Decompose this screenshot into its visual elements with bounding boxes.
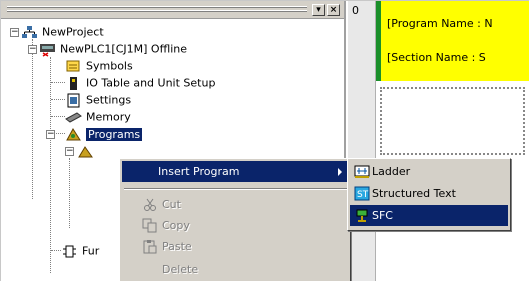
tree-item-settings[interactable]: Settings — [65, 91, 131, 108]
tree-line — [51, 82, 65, 83]
pane-grip[interactable] — [7, 10, 307, 12]
insert-program-submenu: Ladder ST Structured Text SFC — [347, 158, 511, 231]
copy-icon — [142, 218, 158, 233]
tree-item-label: Settings — [86, 93, 132, 107]
submenu-arrow-icon — [338, 168, 342, 176]
function-block-icon — [61, 244, 78, 259]
close-icon[interactable]: × — [327, 4, 340, 16]
menu-item-delete[interactable]: Delete — [122, 259, 348, 280]
memory-icon — [65, 110, 82, 125]
collapse-toggle[interactable]: − — [28, 45, 37, 54]
menu-item-structured-text[interactable]: ST Structured Text — [350, 183, 508, 204]
program-header-block[interactable]: [Program Name : N [Section Name : S — [381, 1, 529, 81]
tree-item-label: NewProject — [42, 25, 104, 39]
tree-item-label: NewPLC1[CJ1M] Offline — [60, 42, 188, 56]
svg-text:ST: ST — [357, 190, 369, 200]
context-menu: Insert Program Cut Copy Paste Delete — [119, 158, 351, 281]
tree-item-label: Fur — [82, 244, 100, 258]
program-name-text: [Program Name : N — [387, 17, 493, 30]
collapse-toggle[interactable]: − — [46, 130, 55, 139]
tree-item-plc[interactable]: NewPLC1[CJ1M] Offline — [39, 40, 187, 57]
menu-item-label: Ladder — [372, 165, 411, 178]
menu-item-label: SFC — [372, 209, 393, 222]
scissors-icon — [142, 197, 158, 212]
main-window: ▾ × − NewProject − NewPLC1[CJ1M] Offline… — [0, 0, 529, 281]
plc-icon — [39, 42, 56, 57]
tree-item-label: IO Table and Unit Setup — [86, 76, 216, 90]
settings-icon — [65, 93, 82, 108]
io-table-icon — [65, 76, 82, 91]
menu-item-copy[interactable]: Copy — [122, 215, 348, 236]
tree-item-new-program[interactable] — [77, 142, 98, 159]
tree-item-io-table[interactable]: IO Table and Unit Setup — [65, 74, 215, 91]
structured-text-icon: ST — [354, 186, 370, 201]
ladder-icon — [354, 164, 370, 179]
program-icon — [77, 144, 94, 159]
collapse-toggle[interactable]: − — [65, 147, 74, 156]
pane-titlebar[interactable]: ▾ × — [1, 1, 344, 19]
tree-line — [32, 39, 33, 199]
menu-item-ladder[interactable]: Ladder — [350, 161, 508, 182]
restore-icon[interactable]: ▾ — [312, 4, 325, 16]
menu-item-insert-program[interactable]: Insert Program — [122, 161, 348, 182]
tree-line — [69, 158, 70, 228]
tree-item-functions[interactable]: Fur — [61, 242, 99, 259]
project-icon — [21, 25, 38, 40]
menu-item-paste[interactable]: Paste — [122, 236, 348, 257]
tree-item-label: Memory — [86, 110, 131, 124]
tree-item-project[interactable]: NewProject — [21, 23, 104, 40]
tree-item-memory[interactable]: Memory — [65, 108, 131, 125]
tree-item-programs[interactable]: Programs — [65, 125, 143, 142]
rung-cursor-area[interactable] — [380, 87, 525, 155]
tree-line — [51, 250, 61, 251]
rung-number: 0 — [352, 4, 359, 17]
menu-item-label: Paste — [162, 240, 192, 253]
tree-item-label: Programs — [86, 127, 143, 141]
menu-item-cut[interactable]: Cut — [122, 194, 348, 215]
menu-item-label: Cut — [162, 198, 181, 211]
sfc-icon — [354, 208, 370, 223]
menu-item-label: Insert Program — [158, 165, 240, 178]
programs-icon — [65, 127, 82, 142]
menu-item-sfc[interactable]: SFC — [350, 205, 508, 226]
tree-line — [51, 99, 65, 100]
tree-line — [51, 116, 65, 117]
section-name-text: [Section Name : S — [387, 51, 486, 64]
paste-icon — [142, 239, 158, 254]
ladder-editor[interactable]: 0 [Program Name : N [Section Name : S — [348, 1, 529, 281]
tree-line — [50, 57, 51, 273]
tree-item-symbols[interactable]: Symbols — [65, 57, 133, 74]
symbols-icon — [65, 59, 82, 74]
menu-item-label: Copy — [162, 219, 190, 232]
rung-gutter: 0 — [348, 1, 376, 281]
pane-grip[interactable] — [7, 6, 307, 8]
tree-item-label: Symbols — [86, 59, 133, 73]
collapse-toggle[interactable]: − — [10, 28, 19, 37]
menu-separator — [124, 188, 348, 190]
menu-item-label: Structured Text — [372, 187, 456, 200]
menu-item-label: Delete — [162, 263, 199, 276]
